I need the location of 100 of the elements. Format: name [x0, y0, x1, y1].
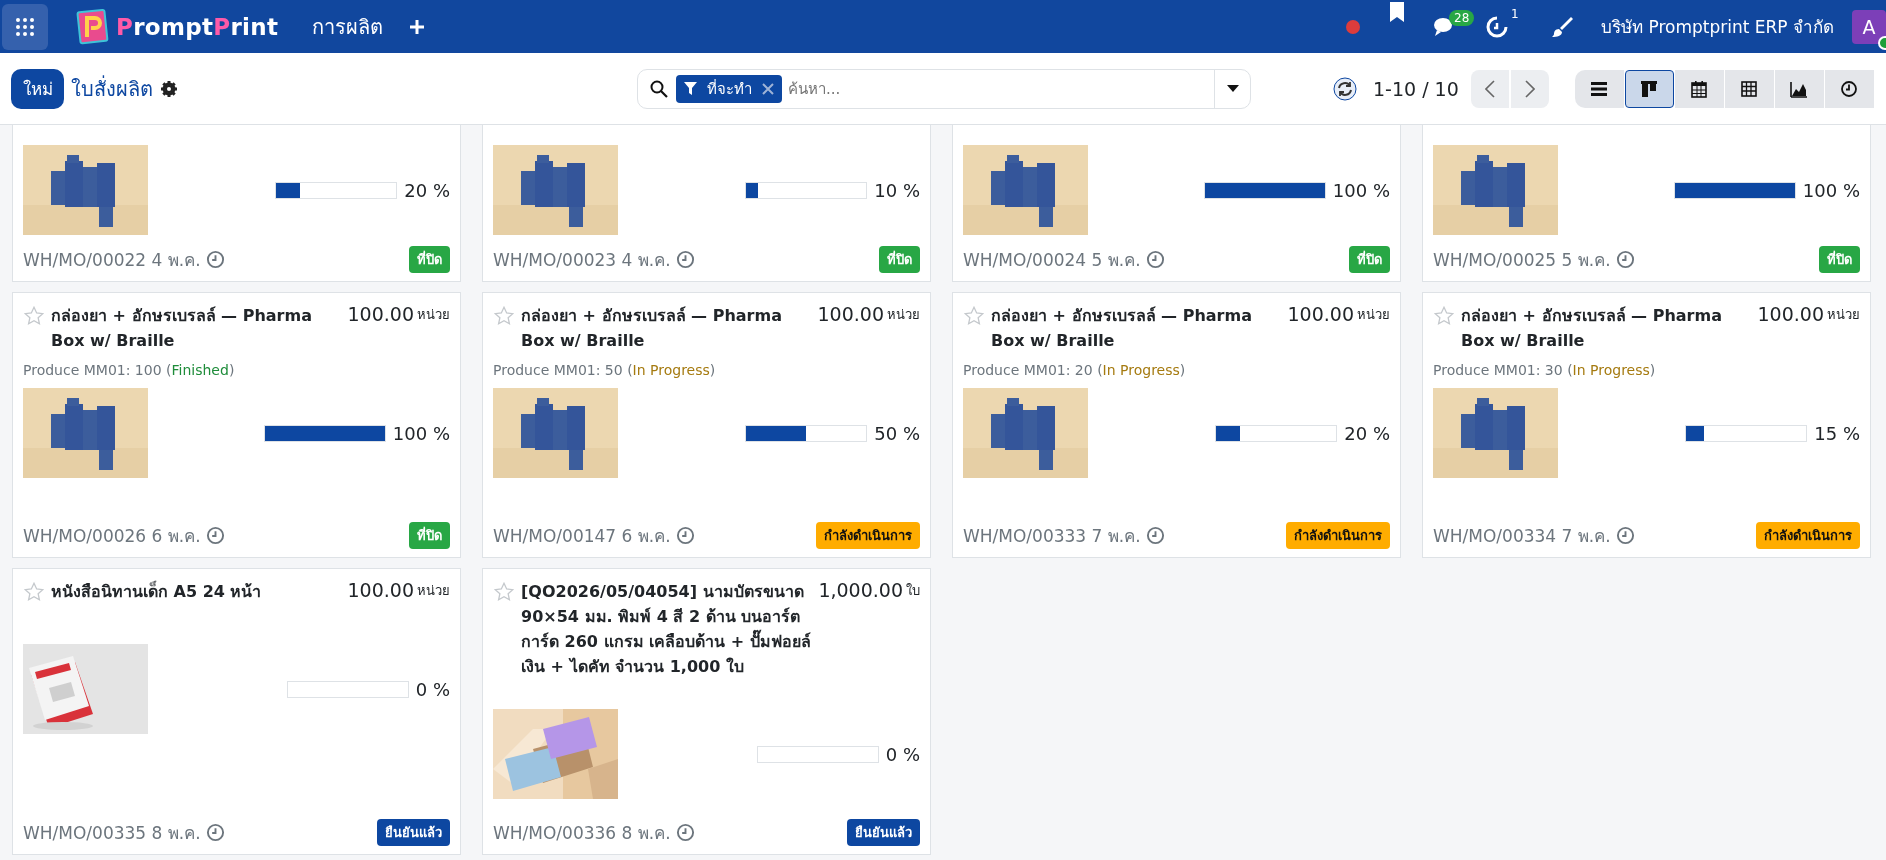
caret-icon	[1226, 85, 1239, 92]
progress-percent: 0 %	[885, 743, 920, 765]
production-card[interactable]: หนังสือนิทานเด็ก A5 24 หน้า 100.00 หน่วย 0 % WH/MO/00335 8 พ.ค. ยืนยันแล้ว	[12, 568, 461, 855]
kanban-view-button[interactable]	[1624, 69, 1674, 108]
graph-view-button[interactable]	[1774, 69, 1824, 108]
activity-count: 1	[1511, 6, 1519, 21]
calendar-view-button[interactable]	[1674, 69, 1724, 108]
filter-facet[interactable]: ที่จะทำ	[676, 74, 782, 103]
product-title: กล่องยา + อักษรเบรลล์ — Pharma Box w/ Braille	[1461, 305, 1723, 352]
clock-icon[interactable]	[675, 250, 695, 269]
unit: หน่วย	[1357, 306, 1390, 324]
order-reference: WH/MO/00022 4 พ.ค.	[23, 249, 201, 272]
activity-icon[interactable]	[1485, 14, 1510, 39]
production-card[interactable]: 100 % WH/MO/00024 5 พ.ค. ที่ปิด	[952, 125, 1401, 282]
clock-icon[interactable]	[1615, 526, 1635, 545]
user-avatar[interactable]: A	[1852, 9, 1886, 44]
logo-icon	[76, 7, 110, 46]
status-tag: ที่ปิด	[409, 246, 450, 273]
star-icon[interactable]	[23, 305, 45, 327]
order-reference: WH/MO/00026 6 พ.ค.	[23, 525, 201, 548]
unit: ใบ	[906, 582, 920, 600]
production-card[interactable]: 10 % WH/MO/00023 4 พ.ค. ที่ปิด	[482, 125, 931, 282]
quantity: 100.00	[347, 579, 414, 601]
order-reference: WH/MO/00023 4 พ.ค.	[493, 249, 671, 272]
close-icon[interactable]	[762, 82, 774, 95]
star-icon[interactable]	[493, 581, 515, 603]
produce-note: Produce MM01: 100 (Finished)	[23, 362, 236, 378]
unit: หน่วย	[887, 306, 920, 324]
company-name[interactable]: บริษัท Promptprint ERP จำกัด	[1601, 13, 1834, 40]
order-reference: WH/MO/00147 6 พ.ค.	[493, 525, 671, 548]
apps-menu-button[interactable]	[2, 3, 48, 50]
calendar-icon	[1689, 78, 1710, 99]
status-tag: ยืนยันแล้ว	[377, 819, 450, 846]
brush-icon[interactable]	[1551, 15, 1574, 38]
activity-icon	[1839, 78, 1860, 99]
filter-icon	[684, 82, 697, 95]
settings-icon[interactable]	[161, 80, 177, 97]
logo-text: PromptPrint	[116, 13, 279, 40]
record-dot-icon[interactable]	[1345, 18, 1362, 35]
product-title: กล่องยา + อักษรเบรลล์ — Pharma Box w/ Braille	[991, 305, 1253, 352]
unit: หน่วย	[1827, 306, 1860, 324]
star-icon[interactable]	[493, 305, 515, 327]
menu-item[interactable]: การผลิต	[312, 10, 384, 43]
order-reference: WH/MO/00333 7 พ.ค.	[963, 525, 1141, 548]
chevron-left-icon	[1484, 79, 1495, 98]
previous-button[interactable]	[1470, 69, 1509, 108]
quantity: 100.00	[1287, 303, 1354, 325]
chevron-right-icon	[1524, 79, 1535, 98]
star-icon[interactable]	[23, 581, 45, 603]
product-title: [QO2026/05/04054] นามบัตรขนาด 90×54 มม. พิมพ์ 4 สี 2 ด้าน บนอาร์ตการ์ด 260 แกรม เคลือบด้าน + ปั๊มฟอยล์เงิน + ไดคัท จำนวน 1,000 ใบ	[521, 581, 812, 678]
clock-icon[interactable]	[675, 526, 695, 545]
progress-percent: 20 %	[404, 179, 450, 201]
pager-value[interactable]: 1-10 / 10	[1373, 77, 1459, 100]
order-reference: WH/MO/00335 8 พ.ค.	[23, 822, 201, 845]
search-field[interactable]: ที่จะทำ ค้นหา...	[637, 68, 1251, 109]
clock-icon[interactable]	[675, 823, 695, 842]
produce-note: Produce MM01: 50 (In Progress)	[493, 362, 717, 378]
unit: หน่วย	[417, 306, 450, 324]
production-card[interactable]: กล่องยา + อักษรเบรลล์ — Pharma Box w/ Braille 100.00 หน่วย Produce MM01: 20 (In Progress) 20 % WH/MO/00333 7 พ.ค. กำลังดำเนินการ	[952, 292, 1401, 558]
pivot-icon	[1739, 78, 1760, 99]
star-icon[interactable]	[963, 305, 985, 327]
progress-percent: 15 %	[1814, 422, 1860, 444]
refresh-icon[interactable]	[1333, 76, 1357, 101]
status-tag: กำลังดำเนินการ	[816, 522, 920, 549]
status-tag: กำลังดำเนินการ	[1756, 522, 1860, 549]
clock-icon[interactable]	[205, 250, 225, 269]
order-reference: WH/MO/00024 5 พ.ค.	[963, 249, 1141, 272]
star-icon[interactable]	[1433, 305, 1455, 327]
quantity: 100.00	[1757, 303, 1824, 325]
order-reference: WH/MO/00334 7 พ.ค.	[1433, 525, 1611, 548]
breadcrumb: ใบสั่งผลิต	[71, 74, 153, 103]
next-button[interactable]	[1510, 69, 1549, 108]
product-title: กล่องยา + อักษรเบรลล์ — Pharma Box w/ Braille	[51, 305, 313, 352]
message-count: 28	[1449, 9, 1475, 26]
clock-icon[interactable]	[1145, 250, 1165, 269]
progress-percent: 100 %	[1332, 179, 1390, 201]
clock-icon[interactable]	[1615, 250, 1635, 269]
production-card[interactable]: กล่องยา + อักษรเบรลล์ — Pharma Box w/ Braille 100.00 หน่วย Produce MM01: 50 (In Progress) 50 % WH/MO/00147 6 พ.ค. กำลังดำเนินการ	[482, 292, 931, 558]
product-title: กล่องยา + อักษรเบรลล์ — Pharma Box w/ Braille	[521, 305, 783, 352]
progress-percent: 50 %	[874, 422, 920, 444]
clock-icon[interactable]	[205, 823, 225, 842]
list-view-button[interactable]	[1574, 69, 1624, 108]
status-tag: ที่ปิด	[1819, 246, 1860, 273]
plus-icon[interactable]	[409, 18, 426, 35]
production-card[interactable]: กล่องยา + อักษรเบรลล์ — Pharma Box w/ Braille 100.00 หน่วย Produce MM01: 100 (Finished) 100 % WH/MO/00026 6 พ.ค. ที่ปิด	[12, 292, 461, 558]
clock-icon[interactable]	[205, 526, 225, 545]
new-button[interactable]: ใหม่	[11, 68, 64, 109]
production-card[interactable]: 20 % WH/MO/00022 4 พ.ค. ที่ปิด	[12, 125, 461, 282]
pivot-view-button[interactable]	[1724, 69, 1774, 108]
activity-view-button[interactable]	[1824, 69, 1874, 108]
production-card[interactable]: [QO2026/05/04054] นามบัตรขนาด 90×54 มม. พิมพ์ 4 สี 2 ด้าน บนอาร์ตการ์ด 260 แกรม เคลือบด้าน + ปั๊มฟอยล์เงิน + ไดคัท จำนวน 1,000 ใบ 1,000.00 ใบ 0 % WH/MO/00336 8 พ.ค. ยืนยันแล้ว	[482, 568, 931, 855]
bookmark-icon[interactable]	[1389, 2, 1406, 22]
production-card[interactable]: 100 % WH/MO/00025 5 พ.ค. ที่ปิด	[1422, 125, 1871, 282]
clock-icon[interactable]	[1145, 526, 1165, 545]
production-card[interactable]: กล่องยา + อักษรเบรลล์ — Pharma Box w/ Braille 100.00 หน่วย Produce MM01: 30 (In Progress) 15 % WH/MO/00334 7 พ.ค. กำลังดำเนินการ	[1422, 292, 1871, 558]
order-reference: WH/MO/00025 5 พ.ค.	[1433, 249, 1611, 272]
status-tag: ที่ปิด	[409, 522, 450, 549]
apps-grid-icon	[15, 16, 35, 37]
search-icon	[650, 79, 668, 98]
unit: หน่วย	[417, 582, 450, 600]
